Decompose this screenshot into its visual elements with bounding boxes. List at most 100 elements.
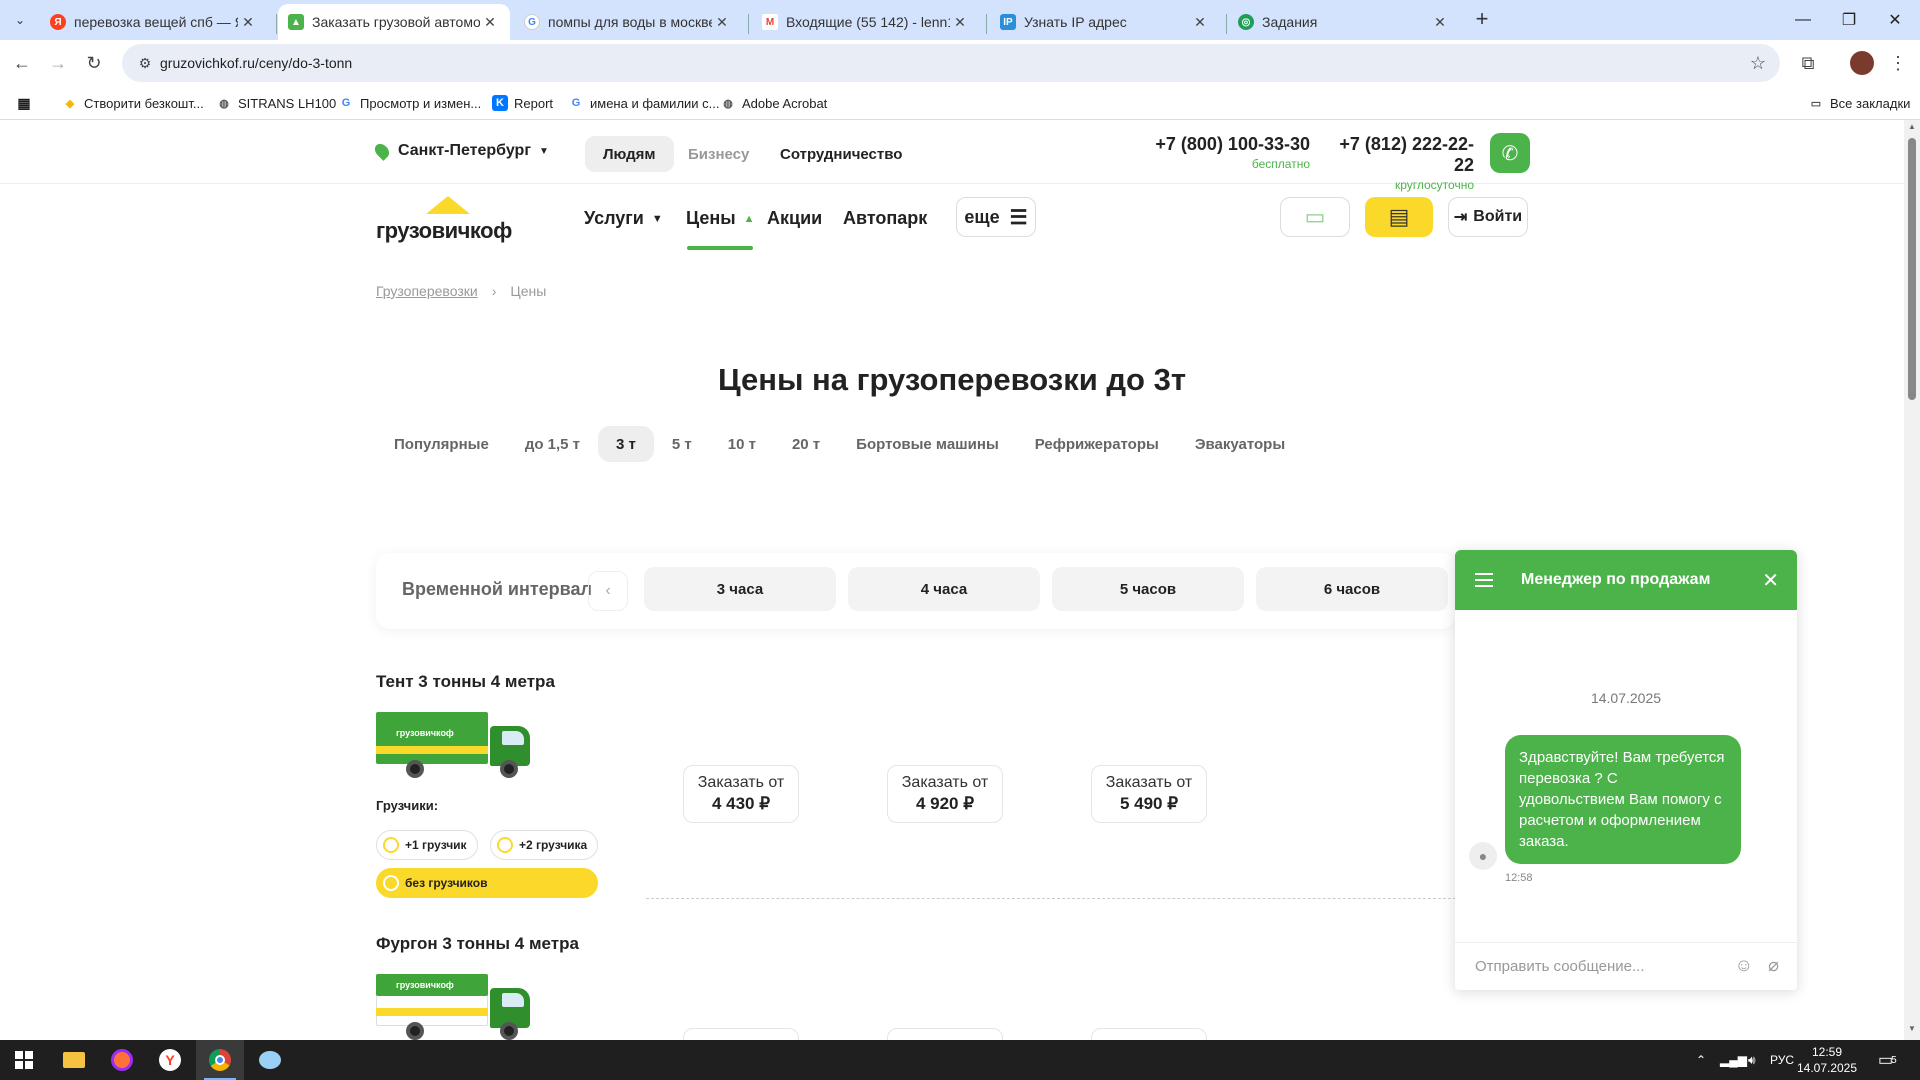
menu-kebab-icon[interactable]: ⋮	[1884, 49, 1912, 77]
paint-icon[interactable]	[246, 1040, 294, 1080]
chat-menu-icon[interactable]	[1475, 573, 1493, 587]
category-1-5t[interactable]: до 1,5 т	[507, 426, 598, 462]
tab-separator	[1226, 14, 1227, 34]
bookmark-item[interactable]: ◆ Створити безкошт...	[62, 92, 204, 114]
phone-free[interactable]: +7 (800) 100-33-30 бесплатно	[1150, 134, 1310, 171]
tab-partnership[interactable]: Сотрудничество	[762, 136, 920, 172]
browser-tab-tasks[interactable]: ◎ Задания ✕	[1228, 4, 1460, 40]
bookmark-item[interactable]: G имена и фамилии с...	[568, 92, 720, 114]
language-indicator[interactable]: РУС	[1770, 1040, 1794, 1080]
browser-tab-google-search[interactable]: G помпы для воды в москве - Поиск ✕	[514, 4, 742, 40]
extensions-icon[interactable]: ⧉	[1794, 49, 1822, 77]
attach-icon[interactable]: ⌀	[1768, 955, 1779, 976]
loader-option-none[interactable]: без грузчиков	[376, 868, 598, 898]
notifications-icon[interactable]: ▭ 5	[1878, 1040, 1897, 1080]
google-icon: G	[341, 97, 351, 109]
site-topbar: Санкт-Петербург ▼ Людям Бизнесу Сотрудни…	[0, 120, 1904, 192]
tray-overflow-icon[interactable]: ⌃	[1696, 1040, 1706, 1080]
tab-people[interactable]: Людям	[585, 136, 674, 172]
interval-5h[interactable]: 5 часов	[1052, 567, 1244, 611]
order-price-4h[interactable]: Заказать от 4 920 ₽	[887, 765, 1003, 823]
restore-icon[interactable]: ❐	[1826, 0, 1872, 40]
reload-icon[interactable]: ↻	[80, 49, 108, 77]
category-5t[interactable]: 5 т	[654, 426, 710, 462]
browser-tab-gruzovichkof[interactable]: ▲ Заказать грузовой автомобиль ✕	[278, 4, 510, 40]
order-price-3h[interactable]: Заказать от 4 430 ₽	[683, 765, 799, 823]
volume-icon[interactable]: 🔊︎	[1748, 1040, 1756, 1080]
promo-money-button[interactable]: ▤	[1365, 197, 1433, 237]
nav-prices[interactable]: Цены ▲	[686, 208, 755, 229]
system-clock[interactable]: 12:59 14.07.2025	[1792, 1044, 1862, 1076]
browser-tab-yandex[interactable]: Я перевозка вещей спб — Яндекс ✕	[40, 4, 268, 40]
close-tab-icon[interactable]: ✕	[712, 14, 732, 31]
bookmark-item[interactable]: K Report	[492, 92, 553, 114]
bookmark-star-icon[interactable]: ☆	[1750, 53, 1766, 74]
bookmark-item[interactable]: G Просмотр и измен...	[338, 92, 482, 114]
chrome-icon[interactable]	[196, 1040, 244, 1080]
file-explorer-icon[interactable]	[50, 1040, 98, 1080]
category-3t[interactable]: 3 т	[598, 426, 654, 462]
new-tab-icon[interactable]: +	[1470, 8, 1494, 32]
cashback-card-button[interactable]: ▭	[1280, 197, 1350, 237]
scrollbar-thumb[interactable]	[1908, 138, 1916, 400]
category-popular[interactable]: Популярные	[376, 426, 507, 462]
order-price-cutoff[interactable]	[887, 1028, 1003, 1040]
category-20t[interactable]: 20 т	[774, 426, 838, 462]
close-tab-icon[interactable]: ✕	[1190, 14, 1210, 31]
interval-6h[interactable]: 6 часов	[1256, 567, 1448, 611]
chevron-left-icon[interactable]: ‹	[588, 571, 628, 611]
close-icon[interactable]: ✕	[1762, 568, 1779, 593]
firefox-icon[interactable]	[98, 1040, 146, 1080]
apps-grid-icon[interactable]: ▦	[16, 92, 38, 114]
network-icon[interactable]: ▂▄▆	[1720, 1040, 1747, 1080]
profile-avatar[interactable]	[1850, 51, 1874, 75]
tab-search-dropdown[interactable]: ⌄	[8, 8, 32, 32]
city-selector[interactable]: Санкт-Петербург ▼	[372, 141, 549, 161]
close-tab-icon[interactable]: ✕	[1430, 14, 1450, 31]
address-bar[interactable]: ⚙ ☆	[122, 44, 1780, 82]
more-menu-button[interactable]: еще ☰	[956, 197, 1036, 237]
call-button[interactable]: ✆	[1490, 133, 1530, 173]
url-input[interactable]	[160, 55, 1660, 71]
close-tab-icon[interactable]: ✕	[480, 14, 500, 31]
interval-4h[interactable]: 4 часа	[848, 567, 1040, 611]
site-info-icon[interactable]: ⚙	[130, 55, 160, 72]
tab-business[interactable]: Бизнесу	[670, 136, 767, 172]
emoji-icon[interactable]: ☺	[1735, 955, 1753, 976]
user-icon: ●	[1478, 848, 1488, 864]
nav-fleet[interactable]: Автопарк	[843, 208, 927, 229]
minimize-icon[interactable]: —	[1780, 0, 1826, 40]
bookmark-item[interactable]: ◍ Adobe Acrobat	[720, 92, 827, 114]
bookmark-item[interactable]: ◍ SITRANS LH100	[216, 92, 336, 114]
category-tow-trucks[interactable]: Эвакуаторы	[1177, 426, 1303, 462]
radio-icon	[497, 837, 513, 853]
windows-start-icon[interactable]	[0, 1040, 48, 1080]
category-10t[interactable]: 10 т	[710, 426, 774, 462]
interval-3h[interactable]: 3 часа	[644, 567, 836, 611]
scroll-up-icon[interactable]: ▲	[1904, 122, 1920, 136]
chat-message-input[interactable]	[1475, 958, 1725, 975]
breadcrumb-link-freight[interactable]: Грузоперевозки	[376, 283, 478, 299]
page-scrollbar[interactable]: ▲ ▼	[1904, 120, 1920, 1040]
nav-promotions[interactable]: Акции	[767, 208, 822, 229]
loader-option-2[interactable]: +2 грузчика	[490, 830, 599, 860]
close-window-icon[interactable]: ✕	[1872, 0, 1918, 40]
order-price-cutoff[interactable]	[683, 1028, 799, 1040]
scroll-down-icon[interactable]: ▼	[1904, 1024, 1920, 1038]
all-bookmarks[interactable]: ▭ Все закладки	[1808, 92, 1911, 114]
close-tab-icon[interactable]: ✕	[950, 14, 970, 31]
forward-icon[interactable]: →	[44, 49, 72, 77]
browser-tab-gmail[interactable]: M Входящие (55 142) - lenn1915 ✕	[752, 4, 980, 40]
browser-tab-ip[interactable]: IP Узнать IP адрес ✕	[990, 4, 1220, 40]
order-price-cutoff[interactable]	[1091, 1028, 1207, 1040]
site-logo[interactable]: грузовичкоф	[376, 196, 526, 243]
loader-option-1[interactable]: +1 грузчик	[376, 830, 478, 860]
order-price-5h[interactable]: Заказать от 5 490 ₽	[1091, 765, 1207, 823]
category-flatbed[interactable]: Бортовые машины	[838, 426, 1017, 462]
yandex-browser-icon[interactable]: Y	[146, 1040, 194, 1080]
category-refrigerators[interactable]: Рефрижераторы	[1017, 426, 1177, 462]
close-tab-icon[interactable]: ✕	[238, 14, 258, 31]
back-icon[interactable]: ←	[8, 49, 36, 77]
login-button[interactable]: ⇥ Войти	[1448, 197, 1528, 237]
nav-services[interactable]: Услуги ▼	[584, 208, 663, 229]
